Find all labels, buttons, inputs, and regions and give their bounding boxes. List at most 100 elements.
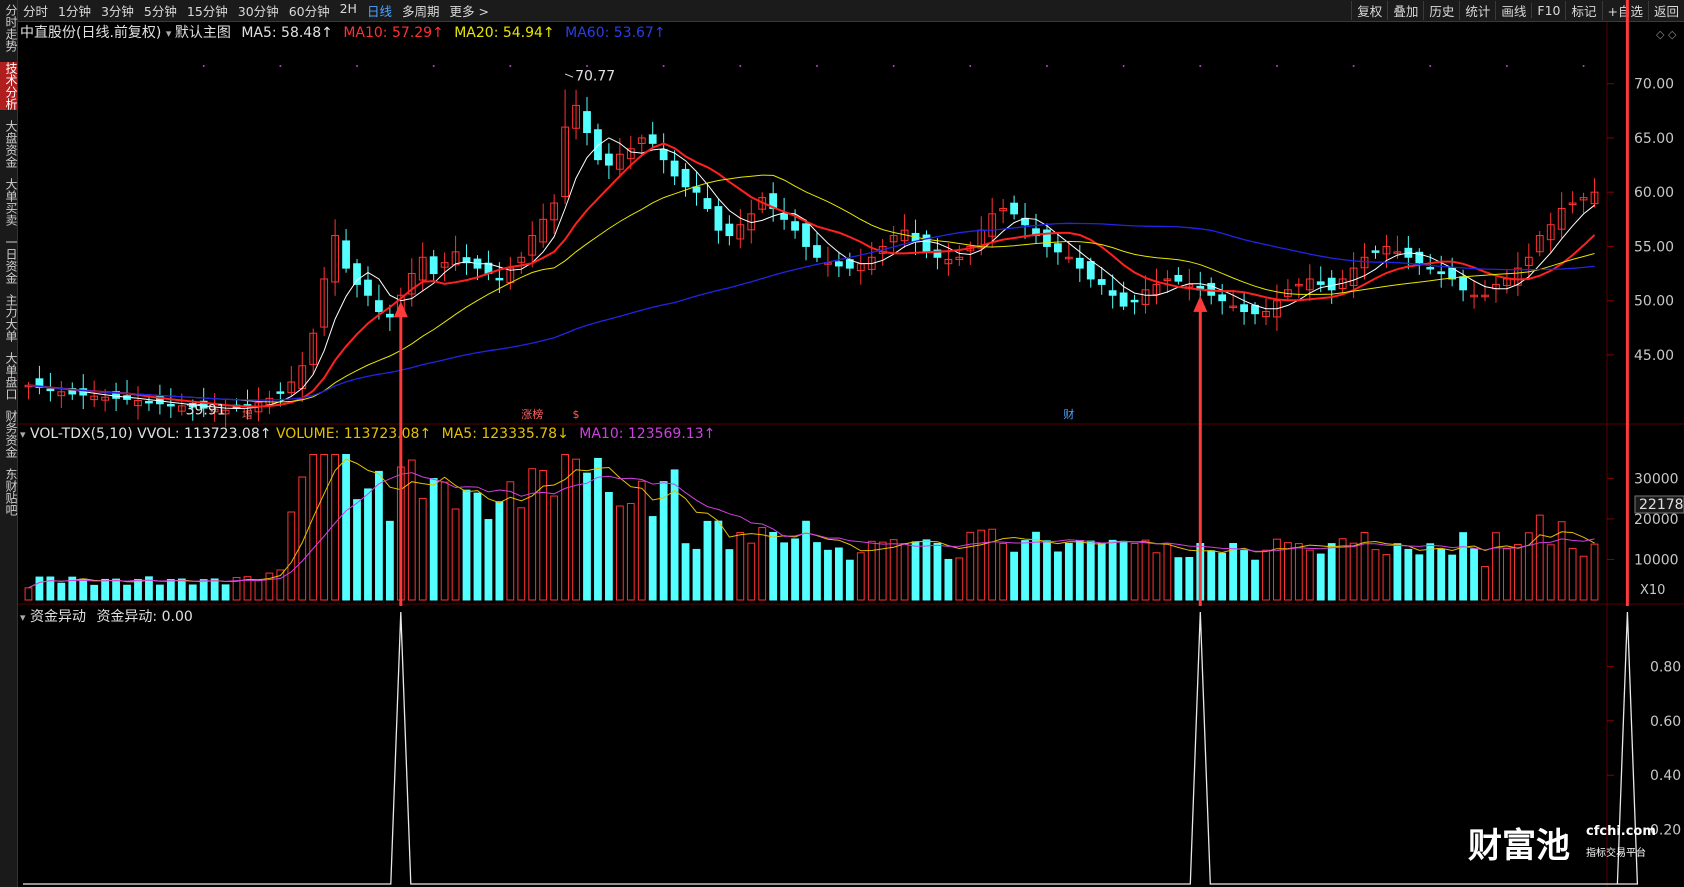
high-marker (564, 73, 574, 78)
volume-bar (1054, 551, 1062, 601)
volume-bar (933, 542, 942, 601)
fund-axis-label: 0.40 (1650, 768, 1681, 784)
volume-bar (659, 481, 668, 601)
volume-bar (1437, 548, 1446, 601)
event-dot (356, 65, 359, 67)
volume-bar (24, 587, 33, 601)
watermark-tagline: 指标交易平台 (1586, 848, 1646, 859)
candle-down (495, 277, 504, 281)
event-dot (662, 65, 665, 67)
volume-bar (495, 501, 504, 601)
candle-down (364, 279, 372, 296)
volume-bar (1568, 547, 1577, 601)
volume-bar (418, 497, 427, 601)
volume-current-label: 22178 (1639, 497, 1684, 513)
volume-bar (977, 529, 986, 601)
nav-arrows-icon[interactable]: ◇ ◇ (1656, 28, 1677, 41)
candle-down (1327, 277, 1336, 291)
volume-bar (1229, 543, 1238, 601)
volume-bar (583, 472, 591, 601)
volume-bar (1086, 540, 1095, 601)
volume-ma5-line (28, 458, 1595, 589)
volume-bar (385, 520, 394, 601)
volume-bar (134, 579, 142, 601)
volume-bar (1141, 539, 1150, 601)
volume-bar (1503, 548, 1511, 601)
event-marker[interactable]: 涨榜 (521, 407, 543, 421)
volume-bar (572, 458, 580, 601)
volume-axis-label: 20000 (1634, 512, 1679, 528)
volume-bar (484, 519, 493, 601)
volume-bar (375, 470, 383, 601)
low-price-label: 39.91 (186, 403, 226, 419)
volume-bar (506, 481, 515, 601)
candle-down (46, 388, 55, 392)
volume-bar (1075, 540, 1084, 601)
ma5-line (28, 137, 1595, 410)
watermark-domain: cfchi.com (1586, 824, 1656, 839)
volume-bar (407, 459, 416, 601)
volume-bar (265, 572, 274, 601)
candle-down (375, 300, 383, 313)
volume-bar (1262, 549, 1270, 601)
candle-down (385, 313, 394, 318)
volume-bar (429, 478, 438, 601)
candle-down (703, 198, 712, 209)
volume-bar (703, 520, 712, 601)
volume-bar (878, 541, 887, 601)
candle-down (1316, 281, 1325, 285)
volume-bar (1448, 554, 1457, 601)
volume-bar (1316, 553, 1325, 601)
volume-bar (769, 531, 778, 601)
volume-bar (1130, 542, 1139, 601)
volume-bar (966, 531, 975, 601)
volume-bar (1207, 550, 1216, 601)
volume-bar (900, 542, 909, 601)
volume-bar (298, 476, 307, 601)
volume-bar (1163, 542, 1172, 601)
volume-bar (1097, 542, 1106, 601)
volume-bar (1470, 548, 1478, 601)
volume-bar (1327, 543, 1336, 601)
watermark: 财富池 cfchi.com 指标交易平台 (1468, 818, 1656, 867)
candle-down (1108, 290, 1117, 296)
candle-down (429, 256, 438, 275)
volume-bar (1426, 543, 1435, 601)
candle-down (780, 213, 789, 220)
event-dot (1582, 65, 1585, 67)
volume-bar (221, 584, 230, 601)
event-marker[interactable]: 增 (242, 407, 253, 421)
candle-down (1371, 250, 1380, 253)
candle-down (659, 148, 668, 161)
volume-bar (79, 578, 88, 601)
event-marker[interactable]: 财 (1063, 407, 1074, 421)
volume-bar (101, 578, 110, 601)
volume-multiplier: X10 (1640, 583, 1665, 598)
event-marker[interactable]: $ (573, 408, 580, 421)
volume-bar (1043, 540, 1051, 601)
volume-bar (539, 469, 548, 601)
volume-bar (1064, 542, 1073, 601)
event-dot (969, 65, 972, 67)
candle-down (813, 245, 821, 258)
volume-bar (1021, 540, 1029, 601)
event-dot (1122, 65, 1125, 67)
candle-down (1097, 279, 1106, 285)
volume-bar (714, 520, 723, 601)
volume-bar (1371, 549, 1380, 601)
candle-down (276, 391, 285, 394)
volume-bar (353, 499, 361, 601)
signal-arrowhead (1193, 295, 1208, 312)
price-axis-label: 70.00 (1634, 77, 1674, 93)
volume-bar (911, 541, 920, 601)
ma10-line (28, 142, 1596, 408)
volume-bar (1393, 543, 1402, 601)
candle-down (1010, 202, 1018, 215)
volume-bar (824, 549, 832, 601)
price-axis-label: 60.00 (1634, 185, 1674, 201)
candle-down (1437, 271, 1446, 275)
volume-bar (1513, 544, 1522, 601)
volume-bar (462, 489, 471, 601)
stock-chart[interactable]: 70.00 65.00 60.00 55.00 50.00 45.00 30000 2000… (0, 0, 1684, 887)
candle-down (1054, 243, 1062, 253)
